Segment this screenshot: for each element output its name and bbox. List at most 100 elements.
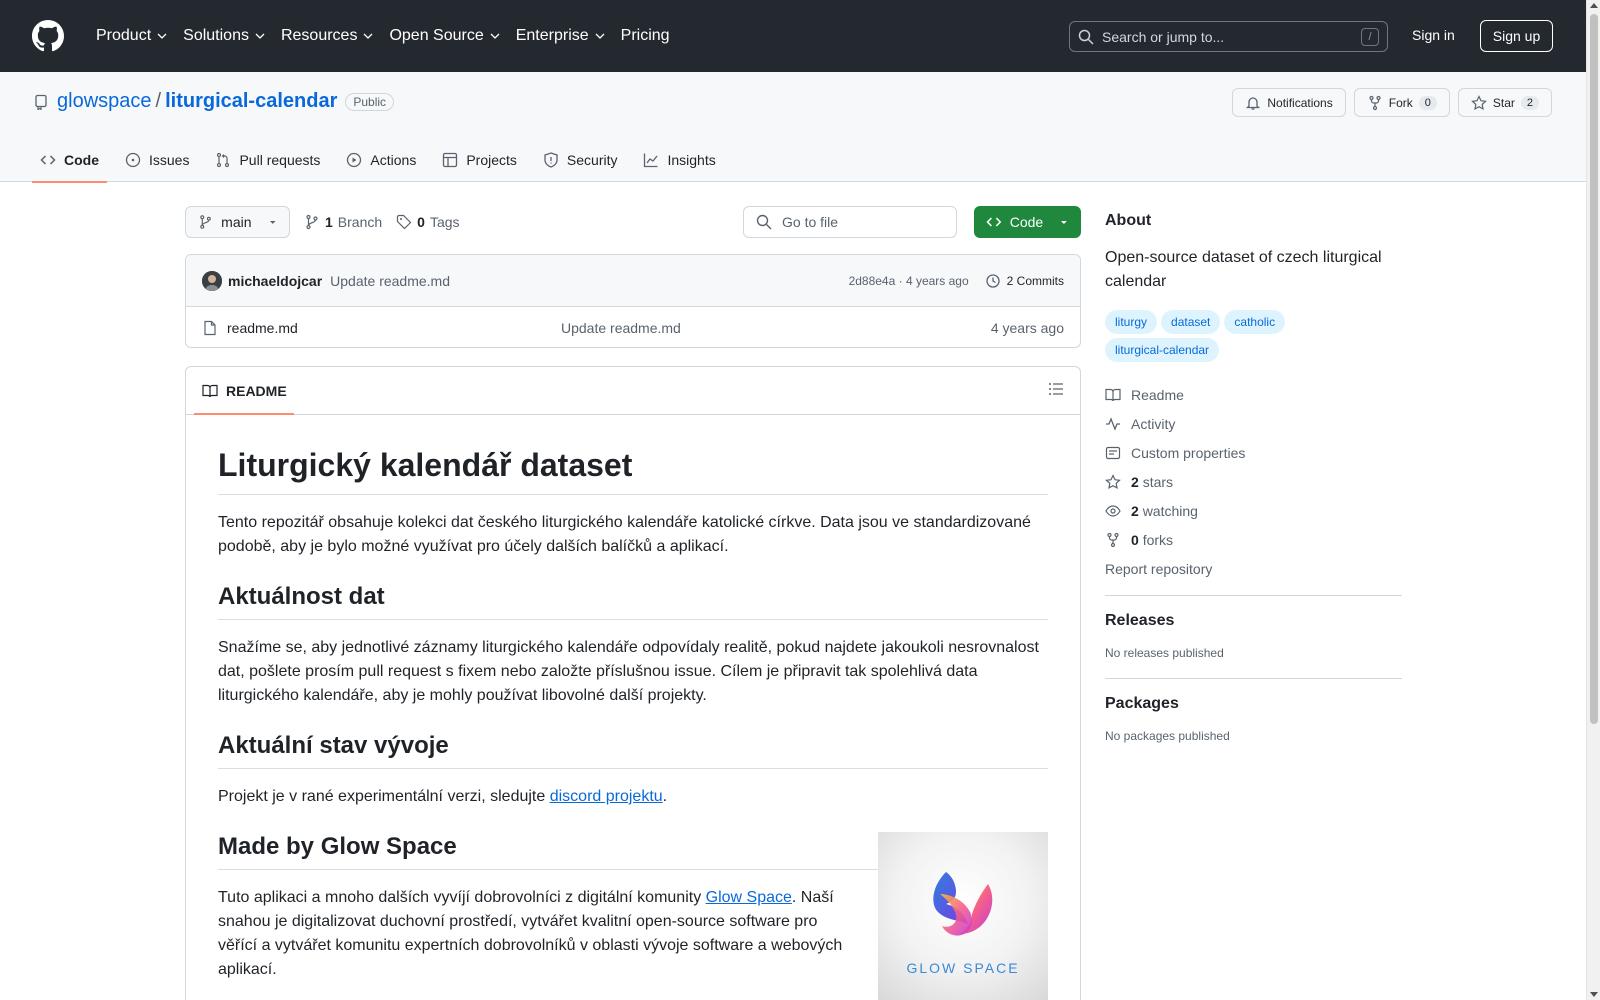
custom-properties-link[interactable]: Custom properties: [1105, 438, 1402, 467]
tab-actions[interactable]: Actions: [338, 138, 424, 182]
caret-down-icon: [1061, 221, 1068, 224]
tab-insights[interactable]: Insights: [635, 138, 723, 182]
commit-message[interactable]: Update readme.md: [330, 273, 450, 289]
nav-resources[interactable]: Resources: [273, 20, 381, 52]
repo-header: glowspace / liturgical-calendar Public N…: [0, 72, 1586, 183]
file-name-link[interactable]: readme.md: [227, 320, 298, 336]
nav-open-source[interactable]: Open Source: [381, 20, 507, 52]
page-scrollbar[interactable]: [1586, 0, 1600, 1000]
tab-label: Actions: [370, 152, 417, 168]
notifications-button[interactable]: Notifications: [1232, 88, 1346, 117]
topic-dataset[interactable]: dataset: [1161, 310, 1221, 334]
branches-link[interactable]: 1 Branch: [304, 214, 382, 230]
tab-pull-requests[interactable]: Pull requests: [207, 138, 328, 182]
repo-owner-link[interactable]: glowspace: [57, 90, 152, 113]
watching-count: 2: [1131, 502, 1139, 519]
sign-up-button[interactable]: Sign up: [1480, 20, 1553, 52]
chevron-down-icon: [363, 33, 373, 39]
tags-link[interactable]: 0 Tags: [396, 214, 460, 230]
discord-link[interactable]: discord projektu: [550, 788, 663, 805]
star-button[interactable]: Star 2: [1457, 88, 1552, 117]
file-row[interactable]: readme.md Update readme.md 4 years ago: [186, 307, 1080, 347]
nav-enterprise[interactable]: Enterprise: [508, 20, 613, 52]
fork-button[interactable]: Fork 0: [1353, 88, 1450, 117]
readme-panel: README Liturgický kalendář dataset Tento…: [185, 366, 1081, 1000]
topics: liturgy dataset catholic liturgical-cale…: [1105, 310, 1325, 362]
stars-text: 2 stars: [1131, 474, 1173, 490]
glow-space-logo[interactable]: GLOW SPACE: [878, 832, 1048, 1000]
scrollbar-thumb[interactable]: [1590, 14, 1598, 724]
code-button[interactable]: Code: [974, 206, 1081, 238]
book-icon: [1105, 388, 1121, 401]
packages-empty: No packages published: [1105, 729, 1230, 743]
nav-pricing[interactable]: Pricing: [613, 20, 678, 52]
search-input[interactable]: Search or jump to... /: [1069, 21, 1388, 52]
activity-link[interactable]: Activity: [1105, 409, 1402, 438]
go-to-file-input[interactable]: Go to file: [743, 206, 957, 238]
tab-label: Issues: [149, 152, 190, 168]
tag-icon: [397, 214, 412, 230]
about-title: About: [1105, 212, 1152, 229]
commit-hash-time[interactable]: 2d88e4a · 4 years ago: [849, 274, 969, 288]
topic-liturgical-calendar[interactable]: liturgical-calendar: [1105, 338, 1220, 362]
latest-commit: michaeldojcar Update readme.md 2d88e4a ·…: [186, 255, 1080, 307]
scroll-down-arrow-icon[interactable]: [1590, 992, 1598, 997]
commits-link[interactable]: 2 Commits: [985, 273, 1064, 289]
outline-button[interactable]: [1048, 381, 1064, 397]
file-commit-message[interactable]: Update readme.md: [561, 320, 681, 336]
tab-code[interactable]: Code: [32, 138, 107, 183]
pulse-icon: [1106, 416, 1120, 431]
readme-tab-label: README: [226, 382, 287, 399]
tab-label: Pull requests: [239, 152, 321, 168]
repo-actions: Notifications Fork 0 Star 2: [1232, 88, 1552, 117]
visibility-badge: Public: [345, 92, 395, 111]
nav-label: Resources: [280, 27, 358, 44]
readme-link[interactable]: Readme: [1105, 380, 1402, 409]
readme-intro: Tento repozitář obsahuje kolekci dat čes…: [218, 514, 1031, 555]
github-logo-icon[interactable]: [32, 20, 64, 52]
nav-label: Pricing: [620, 27, 670, 44]
nav-product[interactable]: Product: [88, 20, 175, 52]
packages-title[interactable]: Packages: [1105, 695, 1402, 713]
branch-selector[interactable]: main: [185, 206, 290, 238]
commit-author-link[interactable]: michaeldojcar: [228, 273, 322, 289]
file-age: 4 years ago: [990, 319, 1064, 336]
releases-title[interactable]: Releases: [1105, 612, 1402, 630]
tab-issues[interactable]: Issues: [117, 138, 197, 182]
tab-readme[interactable]: README: [202, 367, 287, 415]
tab-projects[interactable]: Projects: [434, 138, 525, 182]
made-by-before: Tuto aplikaci a mnoho dalších vyvíjí dob…: [218, 889, 706, 906]
tab-security[interactable]: Security: [535, 138, 626, 182]
avatar[interactable]: [202, 270, 222, 291]
note-icon: [1105, 446, 1121, 459]
chevron-down-icon: [490, 33, 500, 39]
eye-icon: [1105, 504, 1121, 517]
watching-link[interactable]: 2 watching: [1105, 496, 1402, 525]
tab-label: Security: [566, 152, 618, 168]
branch-name: main: [221, 214, 252, 230]
topic-liturgy[interactable]: liturgy: [1105, 310, 1158, 334]
global-header: Product Solutions Resources Open Source …: [0, 0, 1586, 72]
code-button-label: Code: [1009, 214, 1044, 230]
sign-in-link[interactable]: Sign in: [1412, 27, 1455, 43]
stars-link[interactable]: 2 stars: [1105, 467, 1402, 496]
notifications-label: Notifications: [1267, 95, 1333, 110]
topic-catholic[interactable]: catholic: [1224, 310, 1286, 334]
go-to-file-placeholder: Go to file: [782, 214, 839, 230]
glow-space-bird-logo: [933, 871, 993, 936]
divider: [1105, 595, 1402, 596]
report-repository-link[interactable]: Report repository: [1105, 554, 1402, 583]
chevron-down-icon: [157, 33, 167, 39]
about-sidebar: About Open-source dataset of czech litur…: [1105, 206, 1402, 743]
scroll-up-arrow-icon[interactable]: [1590, 3, 1598, 8]
branch-icon: [200, 215, 211, 229]
status-text-before: Projekt je v rané experimentální verzi, …: [218, 788, 550, 805]
repo-name-link[interactable]: liturgical-calendar: [165, 90, 337, 113]
forks-link[interactable]: 0 forks: [1105, 525, 1402, 554]
glow-space-link[interactable]: Glow Space: [706, 889, 792, 906]
forks-label: forks: [1142, 531, 1174, 548]
nav-solutions[interactable]: Solutions: [175, 20, 273, 52]
avatar-image: [202, 270, 222, 291]
book-icon: [202, 384, 218, 397]
branch-icon: [306, 214, 318, 230]
